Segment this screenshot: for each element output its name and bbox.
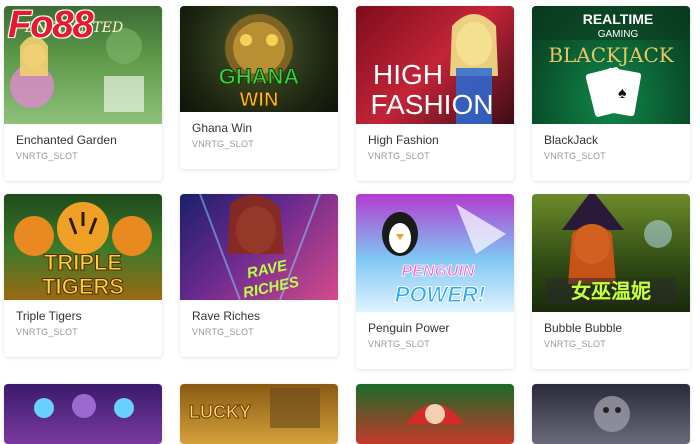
game-title: Triple Tigers [16,309,82,323]
rtg-subtitle-art: GAMING [598,29,639,40]
bubble-bubble-artwork: 女巫温妮 [546,194,676,304]
game-title: High Fashion [368,133,439,147]
tigers-title-art: TIGERS [42,274,124,299]
blackjack-artwork: REALTIME GAMING BLACKJACK ♠ [532,6,690,117]
game-thumbnail[interactable]: LUCKY [180,384,338,444]
rtg-title-art: REALTIME [583,11,654,27]
site-logo[interactable]: Fo88 [8,6,94,47]
penguin-power-artwork: PENGUIN POWER! [382,204,506,308]
game-card-row3-1[interactable] [4,384,162,444]
game-artwork [406,404,464,424]
game-thumbnail[interactable]: RAVE RICHES [180,194,338,300]
game-provider: VNRTG_SLOT [16,327,78,337]
game-provider: VNRTG_SLOT [16,151,78,161]
ghana-title-art: GHANA [219,64,300,89]
rave-riches-artwork: RAVE RICHES [199,194,321,300]
game-title: Rave Riches [192,309,261,323]
game-thumbnail[interactable]: TRIPLE TIGERS [4,194,162,300]
game-card-ghana-win[interactable]: GHANA WIN Ghana Win VNRTG_SLOT [180,6,338,169]
game-provider: VNRTG_SLOT [368,339,430,349]
game-thumbnail[interactable]: 女巫温妮 [532,194,690,312]
game-thumbnail[interactable] [4,384,162,444]
game-thumbnail[interactable]: HIGH FASHION [356,6,514,124]
game-card-rave-riches[interactable]: RAVE RICHES Rave Riches VNRTG_SLOT [180,194,338,357]
game-card-penguin-power[interactable]: PENGUIN POWER! Penguin Power VNRTG_SLOT [356,194,514,369]
game-provider: VNRTG_SLOT [192,327,254,337]
game-title: BlackJack [544,133,599,147]
game-artwork [34,394,134,418]
game-provider: VNRTG_SLOT [544,339,606,349]
spade-icon: ♠ [618,85,627,102]
bubble-title-art: 女巫温妮 [571,279,651,303]
game-title: Enchanted Garden [16,133,117,147]
game-thumbnail[interactable]: REALTIME GAMING BLACKJACK ♠ [532,6,690,124]
game-card-blackjack[interactable]: REALTIME GAMING BLACKJACK ♠ BlackJack VN… [532,6,690,181]
high-fashion-artwork: HIGH FASHION [371,14,498,124]
game-card-triple-tigers[interactable]: TRIPLE TIGERS Triple Tigers VNRTG_SLOT [4,194,162,357]
fashion-title-art: FASHION [371,89,494,120]
lucky-title-art: LUCKY [189,402,251,422]
game-card-high-fashion[interactable]: HIGH FASHION High Fashion VNRTG_SLOT [356,6,514,181]
game-card-row3-2[interactable]: LUCKY [180,384,338,444]
triple-title-art: TRIPLE [44,250,122,275]
penguin-title-art: PENGUIN [402,263,475,280]
game-title: Bubble Bubble [544,321,623,335]
game-thumbnail[interactable] [356,384,514,444]
game-title: Ghana Win [192,121,253,135]
high-title-art: HIGH [373,59,443,90]
game-artwork [594,396,630,432]
game-card-enchanted-garden[interactable]: ENCHANTED Fo88 Enchanted Garden VNRTG_SL… [4,6,162,181]
game-provider: VNRTG_SLOT [544,151,606,161]
game-title: Penguin Power [368,321,450,335]
game-card-row3-4[interactable] [532,384,690,444]
triple-tigers-artwork: TRIPLE TIGERS [14,202,152,300]
blackjack-title-art: BLACKJACK [548,43,674,67]
win-title-art: WIN [240,89,279,111]
game-provider: VNRTG_SLOT [192,139,254,149]
game-card-bubble-bubble[interactable]: 女巫温妮 Bubble Bubble VNRTG_SLOT [532,194,690,369]
game-thumbnail[interactable]: GHANA WIN [180,6,338,112]
game-provider: VNRTG_SLOT [368,151,430,161]
game-card-row3-3[interactable] [356,384,514,444]
game-thumbnail[interactable]: PENGUIN POWER! [356,194,514,312]
game-thumbnail[interactable]: ENCHANTED Fo88 [4,6,162,124]
game-thumbnail[interactable] [532,384,690,444]
power-title-art: POWER! [395,282,485,307]
ghana-win-artwork: GHANA WIN [218,14,300,112]
game-artwork: LUCKY [189,388,320,428]
